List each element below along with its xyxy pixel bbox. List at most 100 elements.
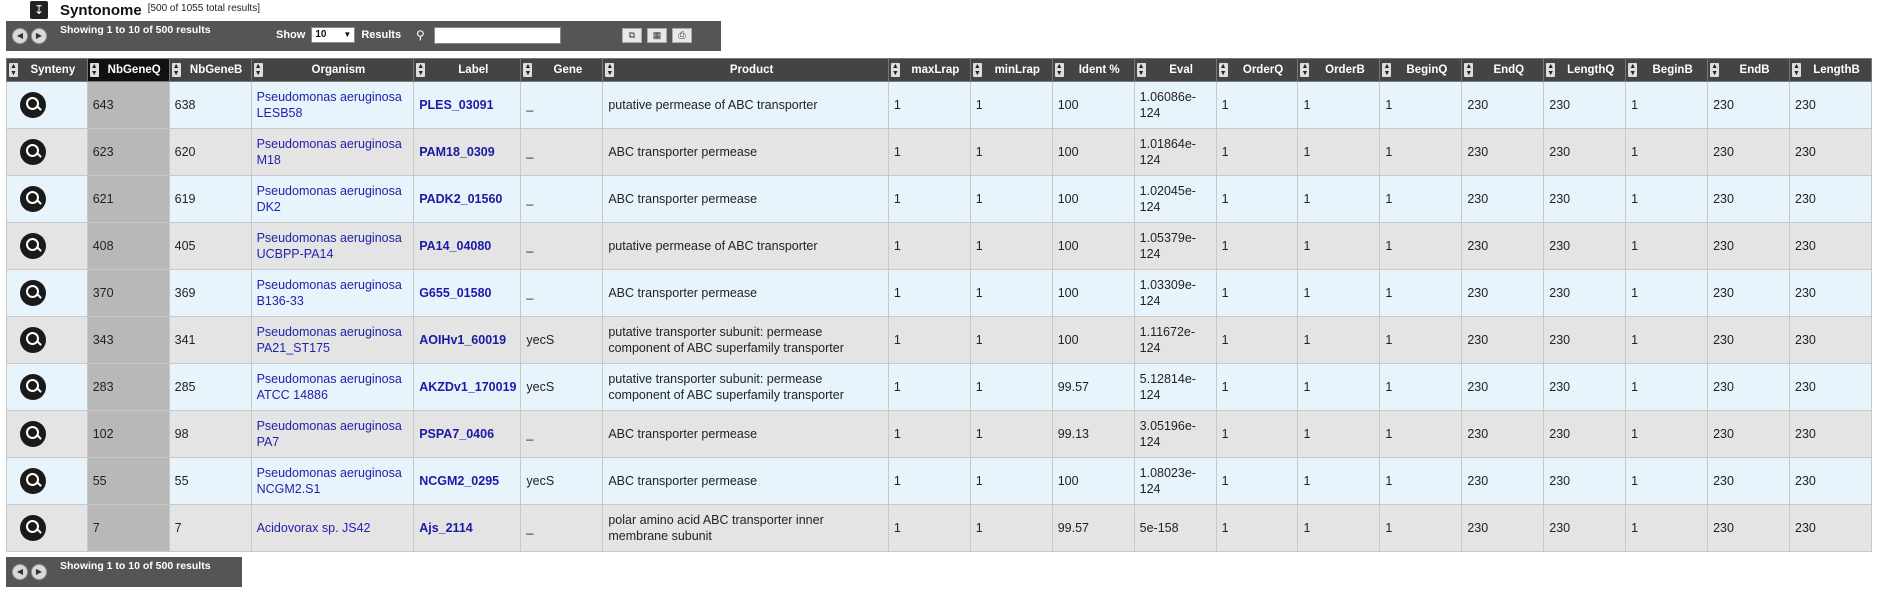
copy-icon[interactable]: ⧉ [622, 28, 642, 43]
organism-link[interactable]: Pseudomonas aeruginosa UCBPP-PA14 [257, 231, 402, 261]
page-length-select[interactable]: 10 ▼ [311, 27, 356, 43]
column-header-gene[interactable]: ▲ ▼ Gene [520, 58, 604, 82]
search-input[interactable] [434, 27, 561, 44]
cell-bq: 1 [1379, 222, 1463, 270]
column-header-orderb[interactable]: ▲ ▼ OrderB [1297, 58, 1381, 82]
column-header-organism[interactable]: ▲ ▼ Organism [250, 58, 415, 82]
column-header-ident[interactable]: ▲ ▼ Ident % [1051, 58, 1135, 82]
organism-link[interactable]: Pseudomonas aeruginosa M18 [257, 137, 402, 167]
cell-gene: _ [520, 410, 604, 458]
column-header-label[interactable]: ▲ ▼ Label [413, 58, 522, 82]
cell-label: PSPA7_0406 [413, 410, 522, 458]
label-link[interactable]: PA14_04080 [419, 239, 491, 253]
column-header-eval[interactable]: ▲ ▼ Eval [1133, 58, 1217, 82]
magnifier-icon[interactable] [20, 186, 46, 212]
cell-ob: 1 [1297, 269, 1381, 317]
save-icon[interactable]: ▦ [647, 28, 667, 43]
sort-arrows-icon: ▲ ▼ [1054, 63, 1064, 77]
magnifier-icon[interactable] [20, 327, 46, 353]
column-header-product[interactable]: ▲ ▼ Product [602, 58, 889, 82]
cell-minl: 1 [969, 363, 1053, 411]
table-row: 621 619 Pseudomonas aeruginosa DK2 PADK2_015… [6, 175, 1872, 223]
cell-value: 99.57 [1057, 380, 1089, 394]
print-icon[interactable]: ⎙ [672, 28, 692, 43]
next-page-icon[interactable]: ▶ [31, 28, 47, 44]
column-header-beginb[interactable]: ▲ ▼ BeginB [1625, 58, 1709, 82]
pager: ◀ ▶ [12, 28, 47, 44]
eval-mantissa: 3.05196e- [1139, 419, 1196, 433]
cell-value: _ [526, 192, 534, 206]
cell-maxl: 1 [887, 175, 971, 223]
magnifier-icon[interactable] [20, 233, 46, 259]
organism-link[interactable]: Pseudomonas aeruginosa ATCC 14886 [257, 372, 402, 402]
cell-value: 230 [1713, 239, 1734, 253]
cell-value: 230 [1795, 333, 1816, 347]
organism-link[interactable]: Pseudomonas aeruginosa LESB58 [257, 90, 402, 120]
cell-value: 1 [1631, 521, 1639, 535]
column-header-beginq[interactable]: ▲ ▼ BeginQ [1379, 58, 1463, 82]
magnifier-icon[interactable] [20, 280, 46, 306]
eval-mantissa: 1.03309e- [1139, 278, 1196, 292]
organism-link[interactable]: Pseudomonas aeruginosa NCGM2.S1 [257, 466, 402, 496]
cell-lb: 230 [1789, 410, 1872, 458]
organism-strain: LESB58 [256, 106, 303, 120]
cell-value: 1 [1303, 192, 1311, 206]
magnifier-icon[interactable] [20, 92, 46, 118]
organism-link[interactable]: Pseudomonas aeruginosa PA7 [257, 419, 402, 449]
label-link[interactable]: AKZDv1_170019 [419, 380, 516, 394]
magnifier-icon[interactable] [20, 421, 46, 447]
label-link[interactable]: AOIHv1_60019 [419, 333, 506, 347]
organism-link[interactable]: Acidovorax sp. JS42 [257, 521, 371, 535]
next-page-icon[interactable]: ▶ [31, 564, 47, 580]
organism-name: Pseudomonas aeruginosa [256, 419, 402, 433]
column-header-endq[interactable]: ▲ ▼ EndQ [1461, 58, 1545, 82]
cell-nbq: 283 [86, 363, 170, 411]
magnifier-icon[interactable] [20, 515, 46, 541]
organism-link[interactable]: Pseudomonas aeruginosa B136-33 [257, 278, 402, 308]
previous-page-icon[interactable]: ◀ [12, 28, 28, 44]
column-header-endb[interactable]: ▲ ▼ EndB [1707, 58, 1791, 82]
column-header-orderq[interactable]: ▲ ▼ OrderQ [1215, 58, 1299, 82]
cell-nbq: 621 [86, 175, 170, 223]
label-link[interactable]: G655_01580 [419, 286, 491, 300]
magnifier-icon[interactable] [20, 374, 46, 400]
cell-value: 1 [1221, 98, 1229, 112]
cell-value: 1 [975, 474, 983, 488]
cell-bq: 1 [1379, 128, 1463, 176]
cell-value: 230 [1467, 333, 1489, 347]
sort-arrows-icon: ▲ ▼ [605, 63, 615, 77]
organism-link[interactable]: Pseudomonas aeruginosa DK2 [257, 184, 402, 214]
magnifier-icon[interactable] [20, 139, 46, 165]
cell-value: 230 [1795, 145, 1816, 159]
cell-oq: 1 [1215, 457, 1299, 505]
column-header-lengthb[interactable]: ▲ ▼ LengthB [1789, 58, 1872, 82]
cell-value: ABC transporter permease [608, 145, 758, 159]
previous-page-icon[interactable]: ◀ [12, 564, 28, 580]
column-header-label: Organism [311, 64, 366, 76]
column-header-minlrap[interactable]: ▲ ▼ minLrap [969, 58, 1053, 82]
table-row: 643 638 Pseudomonas aeruginosa LESB58 PLES_0… [6, 81, 1872, 129]
column-header-synteny[interactable]: ▲ ▼ Synteny [6, 58, 88, 82]
label-link[interactable]: PAM18_0309 [419, 145, 495, 159]
cell-maxl: 1 [887, 363, 971, 411]
cell-value: 99.57 [1057, 521, 1089, 535]
cell-eq: 230 [1461, 269, 1545, 317]
cell-value: 230 [1713, 192, 1734, 206]
label-link[interactable]: PLES_03091 [419, 98, 493, 112]
column-header-nbgeneq[interactable]: ▲ ▼ NbGeneQ [86, 58, 170, 82]
label-link[interactable]: Ajs_2114 [419, 521, 473, 535]
cell-value: _ [526, 427, 534, 441]
organism-link[interactable]: Pseudomonas aeruginosa PA21_ST175 [257, 325, 402, 355]
label-link[interactable]: PADK2_01560 [419, 192, 502, 206]
label-link[interactable]: NCGM2_0295 [419, 474, 499, 488]
column-header-nbgeneb[interactable]: ▲ ▼ NbGeneB [168, 58, 252, 82]
cell-value: 7 [92, 521, 100, 535]
magnifier-icon[interactable] [20, 468, 46, 494]
eval-mantissa: 5e-158 [1139, 521, 1179, 535]
column-header-lengthq[interactable]: ▲ ▼ LengthQ [1543, 58, 1627, 82]
column-header-maxlrap[interactable]: ▲ ▼ maxLrap [887, 58, 971, 82]
download-arrow-icon[interactable]: ↧ [30, 1, 48, 19]
label-link[interactable]: PSPA7_0406 [419, 427, 494, 441]
cell-value: 230 [1549, 380, 1571, 394]
cell-value: 1 [893, 239, 901, 253]
